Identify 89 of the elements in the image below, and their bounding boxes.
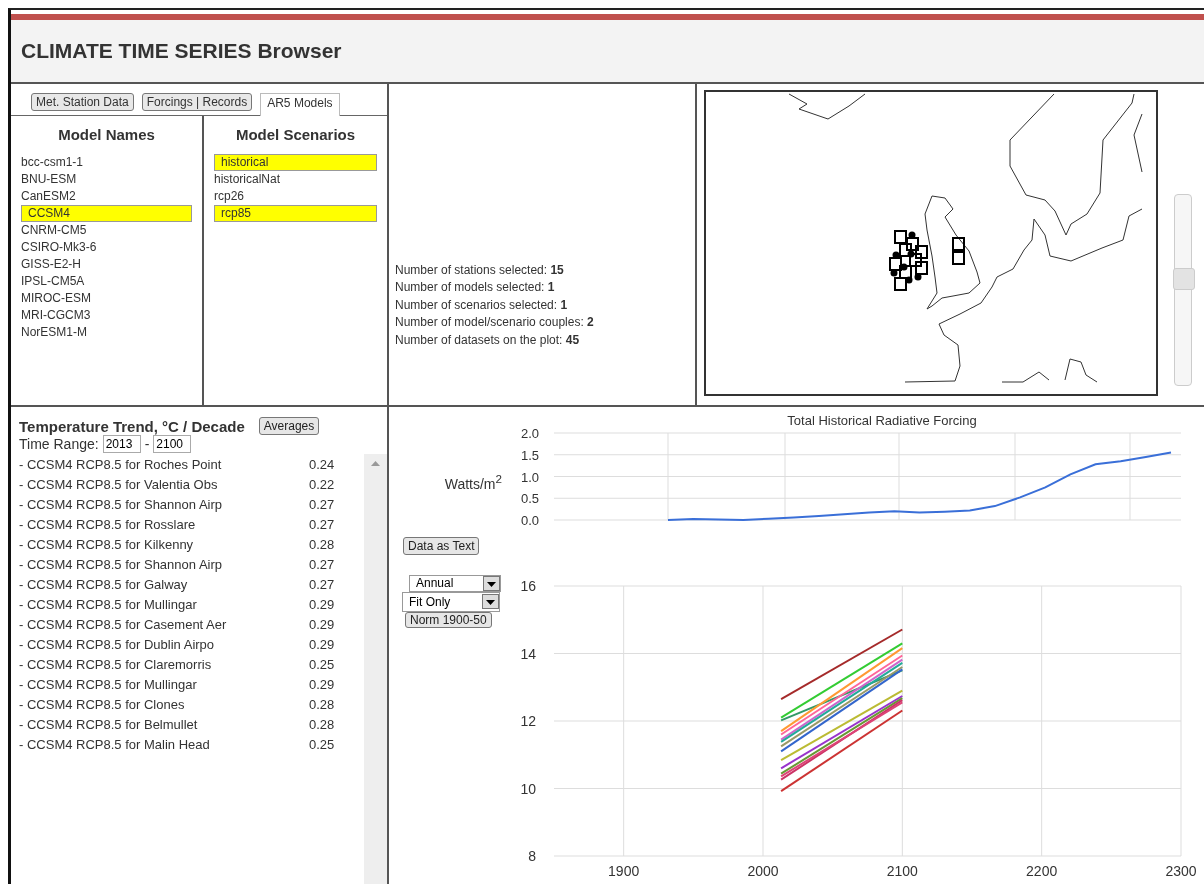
stat-line: Number of models selected: 1 xyxy=(395,279,556,296)
tick-label: 0.0 xyxy=(520,513,539,528)
trend-value: 0.27 xyxy=(309,496,335,512)
trend-label: - CCSM4 RCP8.5 for Shannon Airp xyxy=(19,556,224,572)
averages-button[interactable]: Averages xyxy=(258,417,320,435)
trend-value: 0.28 xyxy=(309,536,335,552)
trend-title: Temperature Trend, °C / Decade xyxy=(19,417,245,435)
period-select[interactable]: Annual xyxy=(409,574,501,592)
tick-label: 2300 xyxy=(1165,863,1197,879)
trend-label: - CCSM4 RCP8.5 for Clones xyxy=(19,696,186,712)
tab[interactable]: AR5 Models xyxy=(260,93,340,116)
trend-label: - CCSM4 RCP8.5 for Shannon Airp xyxy=(19,496,224,512)
column-heading: Model Scenarios xyxy=(234,126,357,143)
stat-line: Number of scenarios selected: 1 xyxy=(395,296,569,314)
trend-value: 0.24 xyxy=(309,456,335,472)
data-as-text-button[interactable]: Data as Text xyxy=(403,536,480,555)
tab[interactable]: Met. Station Data xyxy=(31,93,134,111)
model-name-item[interactable]: BNU-ESM xyxy=(21,172,77,186)
model-name-item[interactable]: MIROC-ESM xyxy=(21,291,91,305)
trend-value: 0.28 xyxy=(309,696,335,712)
scrollbar[interactable] xyxy=(364,454,387,884)
slider-thumb[interactable] xyxy=(1173,268,1195,291)
stat-line: Number of stations selected: 15 xyxy=(395,261,565,279)
trend-value: 0.27 xyxy=(309,556,335,572)
trend-label: - CCSM4 RCP8.5 for Galway xyxy=(19,576,189,592)
time-range-label: Time Range: xyxy=(19,436,99,452)
trend-label: - CCSM4 RCP8.5 for Casement Aer xyxy=(19,616,228,632)
trend-label: - CCSM4 RCP8.5 for Mullingar xyxy=(19,676,198,692)
trend-label: - CCSM4 RCP8.5 for Rosslare xyxy=(19,516,197,532)
trend-value: 0.22 xyxy=(309,476,335,492)
tick-label: 1.0 xyxy=(520,469,539,485)
scenario-item[interactable]: rcp85 xyxy=(214,205,377,222)
map[interactable] xyxy=(704,90,1158,396)
chart-title: Total Historical Radiative Forcing xyxy=(787,413,977,428)
model-name-item[interactable]: GISS-E2-H xyxy=(21,257,81,271)
station-markers-drawing[interactable] xyxy=(889,230,965,291)
trend-label: - CCSM4 RCP8.5 for Kilkenny xyxy=(19,536,195,552)
fit-select[interactable]: Fit Only xyxy=(402,591,500,612)
trend-label: - CCSM4 RCP8.5 for Belmullet xyxy=(19,716,199,732)
range-separator: - xyxy=(144,436,150,452)
stat-line: Number of model/scenario couples: 2 xyxy=(395,314,595,331)
tick-label: 1900 xyxy=(608,863,640,879)
tick-label: 2200 xyxy=(1026,863,1058,879)
model-name-item[interactable]: CNRM-CM5 xyxy=(21,223,87,237)
trend-label: - CCSM4 RCP8.5 for Dublin Airpo xyxy=(19,636,216,652)
trend-value: 0.29 xyxy=(309,636,335,652)
tick-label: 2100 xyxy=(886,863,918,879)
scenario-item[interactable]: historicalNat xyxy=(214,172,281,186)
trend-value: 0.27 xyxy=(309,516,335,532)
tab[interactable]: Forcings | Records xyxy=(141,93,253,111)
tick-label: 8 xyxy=(528,848,536,864)
scenario-item[interactable]: rcp26 xyxy=(214,189,245,203)
trend-value: 0.29 xyxy=(309,676,335,692)
scenario-item[interactable]: historical xyxy=(214,154,377,171)
axis-label: Watts/m$^{2}$ xyxy=(444,472,503,492)
model-name-item[interactable]: IPSL-CM5A xyxy=(21,274,85,288)
tick-label: 14 xyxy=(520,645,536,662)
trend-value: 0.25 xyxy=(309,736,335,752)
zoom-slider[interactable] xyxy=(1174,194,1192,386)
model-name-item[interactable]: NorESM1-M xyxy=(21,325,87,339)
trend-label: - CCSM4 RCP8.5 for Claremorris xyxy=(19,656,213,672)
column-heading: Model Names xyxy=(57,126,156,143)
dropdown-icon[interactable] xyxy=(483,575,500,591)
tick-label: 16 xyxy=(520,578,536,594)
from-year-field[interactable]: 2013 xyxy=(102,435,141,453)
model-name-item[interactable]: CCSM4 xyxy=(21,205,192,222)
trend-value: 0.29 xyxy=(309,596,335,612)
tick-label: 1.5 xyxy=(520,447,539,463)
trend-label: - CCSM4 RCP8.5 for Roches Point xyxy=(19,456,223,472)
tick-label: 2.0 xyxy=(520,426,539,441)
trend-value: 0.27 xyxy=(309,576,335,592)
app-title: CLIMATE TIME SERIES Browser xyxy=(21,39,342,63)
trend-label: - CCSM4 RCP8.5 for Mullingar xyxy=(19,596,198,612)
tick-label: 12 xyxy=(520,713,536,729)
model-name-item[interactable]: CSIRO-Mk3-6 xyxy=(21,240,97,254)
trend-value: 0.25 xyxy=(309,656,335,672)
trend-value: 0.28 xyxy=(309,716,335,732)
dropdown-icon[interactable] xyxy=(482,594,499,610)
stat-line: Number of datasets on the plot: 45 xyxy=(395,331,581,349)
trend-label: - CCSM4 RCP8.5 for Malin Head xyxy=(19,736,211,752)
trend-label: - CCSM4 RCP8.5 for Valentia Obs xyxy=(19,476,219,492)
to-year-field[interactable]: 2100 xyxy=(153,435,192,453)
tick-label: 2000 xyxy=(747,863,779,879)
tick-label: 10 xyxy=(520,780,536,797)
model-name-item[interactable]: bcc-csm1-1 xyxy=(21,155,83,169)
trend-value: 0.29 xyxy=(309,616,335,632)
tick-label: 0.5 xyxy=(520,491,539,507)
model-name-item[interactable]: CanESM2 xyxy=(21,189,76,203)
model-name-item[interactable]: MRI-CGCM3 xyxy=(21,308,91,322)
